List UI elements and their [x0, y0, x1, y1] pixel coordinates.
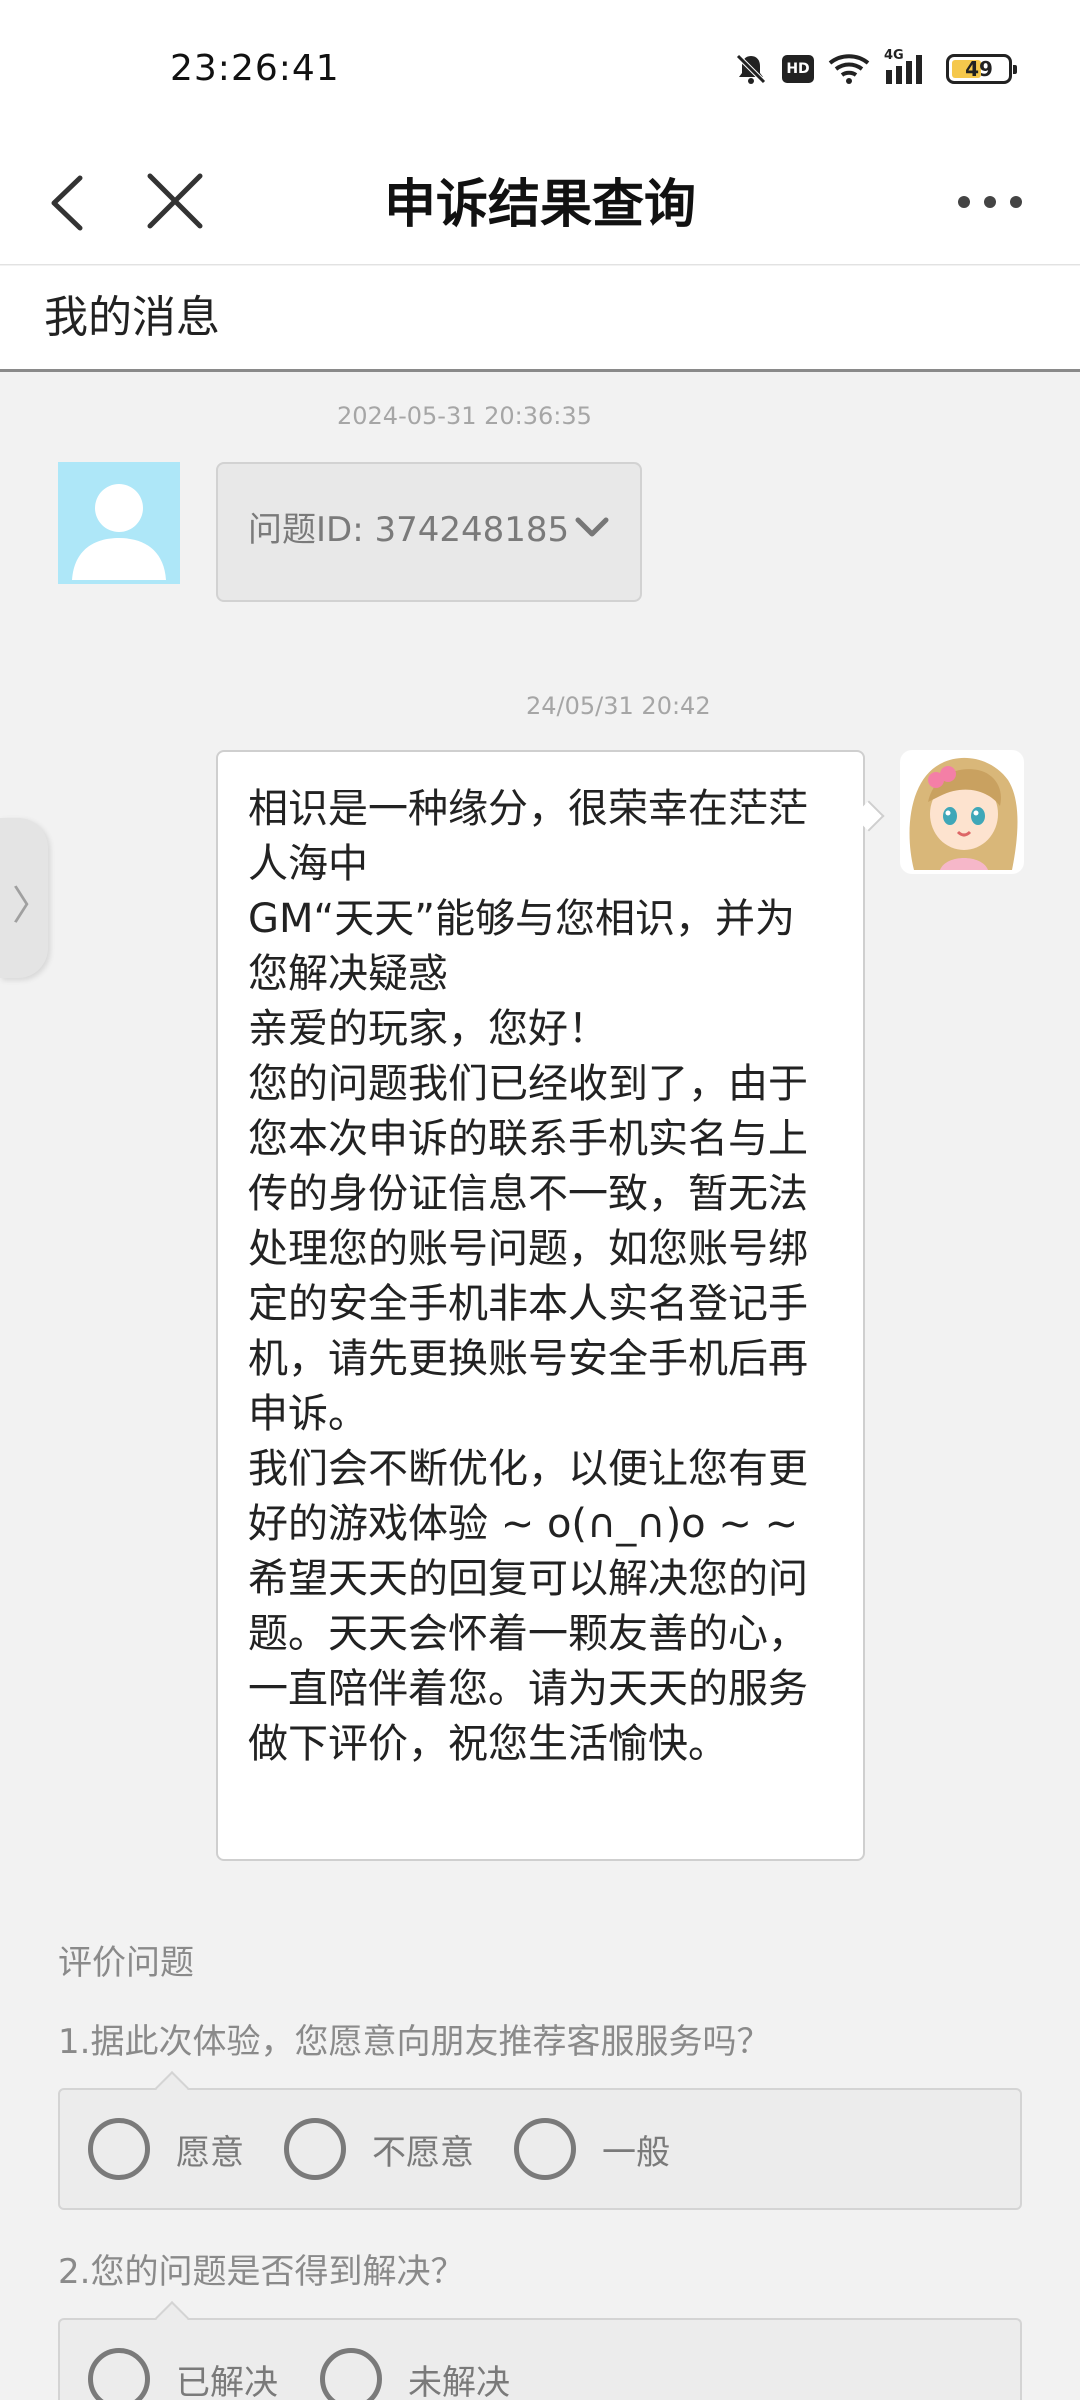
radio-button[interactable] [284, 2118, 346, 2180]
page-title: 申诉结果查询 [383, 175, 696, 235]
option-willing[interactable]: 愿意 [88, 2118, 244, 2180]
status-bar: 23:26:41 HD 4G 49 [0, 0, 1080, 140]
radio-button[interactable] [88, 2348, 150, 2400]
person-icon [72, 484, 166, 580]
bell-muted-icon [736, 54, 766, 84]
option-label: 已解决 [176, 2362, 278, 2400]
gm-reply-text: 相识是一种缘分，很荣幸在茫茫人海中 GM“天天”能够与您相识，并为您解决疑惑 亲… [248, 782, 833, 1772]
more-button[interactable] [950, 182, 1030, 222]
radio-button[interactable] [88, 2118, 150, 2180]
battery-level: 49 [965, 57, 993, 81]
side-handle-label: 〉 [12, 883, 52, 929]
side-drawer-handle[interactable]: 〉 [0, 818, 52, 978]
option-resolved[interactable]: 已解决 [88, 2348, 278, 2400]
gm-reply-line: 您的问题我们已经收到了，由于您本次申诉的联系手机实名与上传的身份证信息不一致，暂… [248, 1061, 808, 1437]
message-timestamp: 24/05/31 20:42 [526, 692, 711, 720]
rating-title: 评价问题 [58, 1943, 194, 1983]
option-label: 愿意 [176, 2132, 244, 2173]
issue-id-text: 问题ID: 374248185 [248, 510, 570, 550]
section-title: 我的消息 [0, 266, 1080, 372]
hd-label: HD [786, 61, 810, 77]
signal-4g-icon: 4G [884, 48, 932, 86]
gm-reply-line: GM“天天”能够与您相识，并为您解决疑惑 [248, 896, 795, 997]
gm-reply-bubble: 相识是一种缘分，很荣幸在茫茫人海中 GM“天天”能够与您相识，并为您解决疑惑 亲… [216, 750, 865, 1861]
rating-options: 已解决 未解决 [58, 2318, 1022, 2400]
rating-question: 1.据此次体验，您愿意向朋友推荐客服服务吗？ [58, 2022, 771, 2062]
chevron-down-icon[interactable] [572, 512, 612, 542]
gm-reply-line: 我们会不断优化，以便让您有更好的游戏体验 ~ o(∩_∩)o ~ ~ [248, 1446, 808, 1547]
option-neutral[interactable]: 一般 [514, 2118, 670, 2180]
message-timestamp: 2024-05-31 20:36:35 [337, 402, 592, 430]
gm-reply-line: 相识是一种缘分，很荣幸在茫茫人海中 [248, 786, 808, 887]
option-unwilling[interactable]: 不愿意 [284, 2118, 474, 2180]
user-avatar [58, 462, 180, 584]
radio-button[interactable] [320, 2348, 382, 2400]
option-label: 不愿意 [372, 2132, 474, 2173]
rating-question: 2.您的问题是否得到解决？ [58, 2252, 465, 2292]
option-label: 未解决 [408, 2362, 510, 2400]
wifi-icon [828, 54, 870, 84]
option-label: 一般 [602, 2132, 670, 2173]
gm-reply-line: 亲爱的玩家，您好！ [248, 1006, 608, 1052]
gm-character-icon [900, 750, 1024, 874]
option-unresolved[interactable]: 未解决 [320, 2348, 510, 2400]
gm-reply-line: 希望天天的回复可以解决您的问题。天天会怀着一颗友善的心，一直陪伴着您。请为天天的… [248, 1556, 808, 1767]
more-icon [958, 196, 1022, 208]
hd-icon: HD [782, 55, 814, 83]
battery-icon: 49 [946, 54, 1017, 84]
issue-id-bubble[interactable]: 问题ID: 374248185 [216, 462, 642, 602]
gm-avatar [900, 750, 1024, 874]
radio-button[interactable] [514, 2118, 576, 2180]
rating-options: 愿意 不愿意 一般 [58, 2088, 1022, 2210]
status-icons: HD 4G 49 [734, 48, 1017, 86]
status-time: 23:26:41 [170, 48, 340, 89]
nav-bar: 申诉结果查询 [0, 140, 1080, 265]
